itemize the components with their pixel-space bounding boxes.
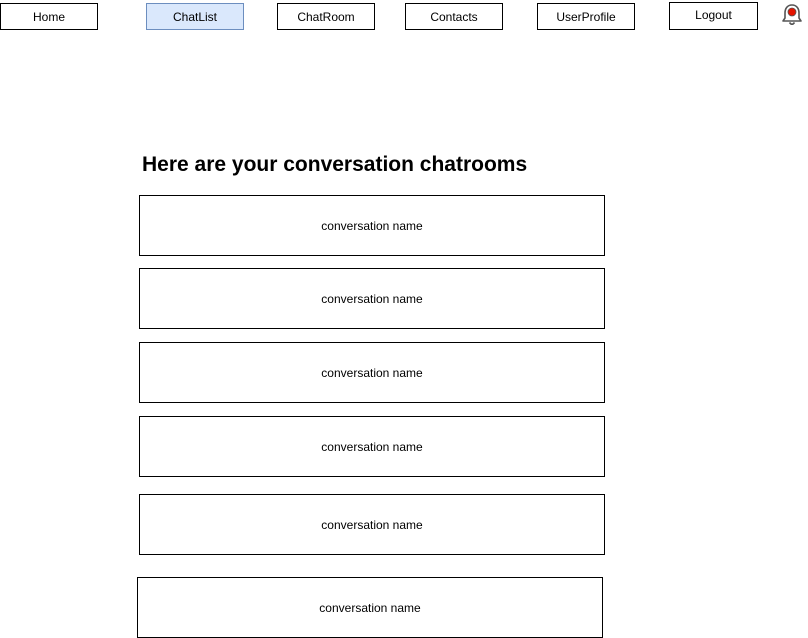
page-title: Here are your conversation chatrooms — [142, 153, 528, 176]
conversation-item[interactable]: conversation name — [139, 494, 605, 555]
conversation-item[interactable]: conversation name — [139, 416, 605, 477]
bell-icon[interactable] — [780, 2, 804, 28]
nav-contacts-button[interactable]: Contacts — [405, 3, 503, 30]
conversation-item[interactable]: conversation name — [139, 268, 605, 329]
conversation-item[interactable]: conversation name — [139, 195, 605, 256]
nav-home-button[interactable]: Home — [0, 3, 98, 30]
logout-button[interactable]: Logout — [669, 2, 758, 30]
conversation-item[interactable]: conversation name — [137, 577, 603, 638]
nav-userprofile-button[interactable]: UserProfile — [537, 3, 635, 30]
nav-chatlist-button[interactable]: ChatList — [146, 3, 244, 30]
conversation-item[interactable]: conversation name — [139, 342, 605, 403]
nav-chatroom-button[interactable]: ChatRoom — [277, 3, 375, 30]
notification-badge — [787, 7, 797, 17]
